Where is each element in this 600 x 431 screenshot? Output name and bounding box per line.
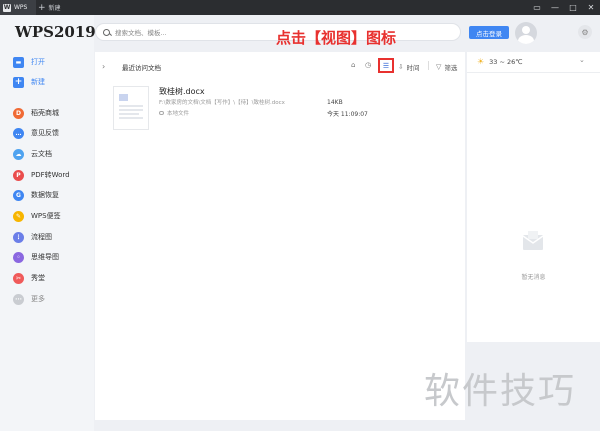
view-toggle-highlight: ☰ — [378, 58, 394, 73]
title-bar: W WPS + 新建 ▭ — □ ✕ — [0, 0, 600, 15]
window-controls: ▭ — □ ✕ — [532, 0, 596, 15]
sidebar-item-pdf-to-word[interactable]: P PDF转Word — [13, 167, 70, 183]
flowchart-icon: ⋮ — [13, 231, 24, 243]
filter-label: 筛选 — [444, 64, 458, 72]
filter-button[interactable]: ▽ 筛选 — [436, 62, 457, 72]
right-panel: ☀ 33 ~ 26℃ ⌄ 暂无消息 — [467, 52, 600, 342]
local-file-icon — [159, 111, 164, 115]
sidebar-item-feedback[interactable]: … 意见反馈 — [13, 125, 59, 141]
search-icon — [103, 28, 110, 36]
data-recovery-icon: G — [13, 189, 24, 201]
shared-icon[interactable]: ◷ — [365, 61, 371, 69]
document-thumbnail — [113, 86, 149, 130]
sidebar-item-cloud-docs[interactable]: ☁ 云文档 — [13, 146, 52, 162]
sidebar-item-new[interactable]: + 新建 — [13, 74, 45, 90]
file-name: 致桂树.docx — [159, 87, 205, 96]
cloud-doc-icon: ☁ — [13, 148, 24, 160]
sidebar-item-mindmap[interactable]: ◦ 思维导图 — [13, 249, 59, 265]
tab-wps-label: WPS — [14, 4, 28, 11]
restore-layout-icon[interactable]: ▭ — [532, 3, 542, 12]
tab-new-label: 新建 — [48, 5, 61, 12]
plus-icon: + — [13, 76, 24, 88]
minimize-icon[interactable]: — — [550, 3, 560, 12]
recent-documents-header: › 最近访问文档 ⌂ ◷ ☰ ⇩ 时间 ▽ 筛选 — [95, 52, 465, 82]
weather-widget[interactable]: ☀ 33 ~ 26℃ — [477, 57, 523, 66]
sidebar-item-wps-notes[interactable]: ✎ WPS便签 — [13, 208, 61, 224]
xiutang-icon: ✂ — [13, 272, 24, 284]
trash-icon[interactable]: ⌂ — [351, 61, 355, 69]
sidebar-item-docer-store[interactable]: D 稻壳商城 — [13, 105, 59, 121]
brand-logo: WPS2019 — [15, 23, 96, 41]
login-button[interactable]: 点击登录 — [469, 26, 509, 39]
note-icon: ✎ — [13, 210, 24, 222]
shop-icon: D — [13, 107, 24, 119]
pdf-icon: P — [13, 169, 24, 181]
sort-arrow-icon: ⇩ — [398, 63, 404, 71]
wps-logo-icon: W — [3, 3, 11, 12]
list-view-icon[interactable]: ☰ — [383, 62, 389, 70]
divider — [428, 61, 429, 70]
empty-message-text: 暂无消息 — [521, 274, 546, 281]
more-icon: ··· — [13, 293, 24, 305]
tab-wps[interactable]: W WPS — [0, 0, 36, 15]
watermark-text: 软件技巧 — [424, 371, 577, 412]
maximize-icon[interactable]: □ — [568, 3, 578, 12]
empty-message-icon — [522, 231, 544, 250]
file-path: F:\数家房的文档\文档【写作】\【待】\致桂树.docx — [159, 100, 285, 106]
sidebar: WPS2019 ▬ 打开 + 新建 D 稻壳商城 … 意见反馈 ☁ 云文档 P … — [0, 15, 96, 431]
avatar[interactable] — [515, 22, 537, 44]
divider — [467, 72, 600, 73]
sort-by-time-button[interactable]: ⇩ 时间 — [398, 62, 419, 72]
sidebar-item-data-recovery[interactable]: G 数据恢复 — [13, 187, 59, 203]
sidebar-item-flowchart[interactable]: ⋮ 流程图 — [13, 229, 52, 245]
sidebar-item-open[interactable]: ▬ 打开 — [13, 54, 45, 70]
folder-icon: ▬ — [13, 56, 24, 68]
sidebar-item-more[interactable]: ··· 更多 — [13, 291, 45, 307]
plus-icon: + — [38, 2, 46, 13]
chevron-right-icon[interactable]: › — [102, 62, 105, 71]
chevron-down-icon[interactable]: ⌄ — [579, 56, 585, 64]
weather-temperature: 33 ~ 26℃ — [489, 57, 523, 66]
recent-documents-panel: › 最近访问文档 ⌂ ◷ ☰ ⇩ 时间 ▽ 筛选 致桂树.docx F:\数家房… — [95, 52, 465, 420]
file-size: 14KB — [327, 99, 343, 106]
filter-icon: ▽ — [436, 63, 442, 71]
sort-label: 时间 — [406, 64, 420, 72]
tab-new[interactable]: + 新建 — [38, 0, 61, 15]
sun-icon: ☀ — [477, 57, 485, 66]
file-location: 本地文件 — [159, 109, 189, 117]
mindmap-icon: ◦ — [13, 251, 24, 263]
annotation-text: 点击【视图】图标 — [276, 29, 397, 47]
section-title: 最近访问文档 — [122, 64, 161, 72]
list-item[interactable]: 致桂树.docx F:\数家房的文档\文档【写作】\【待】\致桂树.docx 本… — [95, 82, 465, 152]
feedback-icon: … — [13, 127, 24, 139]
file-time: 今天 11:09:07 — [327, 111, 368, 118]
close-icon[interactable]: ✕ — [586, 3, 596, 12]
sidebar-item-xiutang[interactable]: ✂ 秀堂 — [13, 270, 45, 286]
search-placeholder: 搜索文档、模板... — [115, 29, 167, 37]
settings-gear-icon[interactable]: ⚙ — [578, 25, 592, 39]
